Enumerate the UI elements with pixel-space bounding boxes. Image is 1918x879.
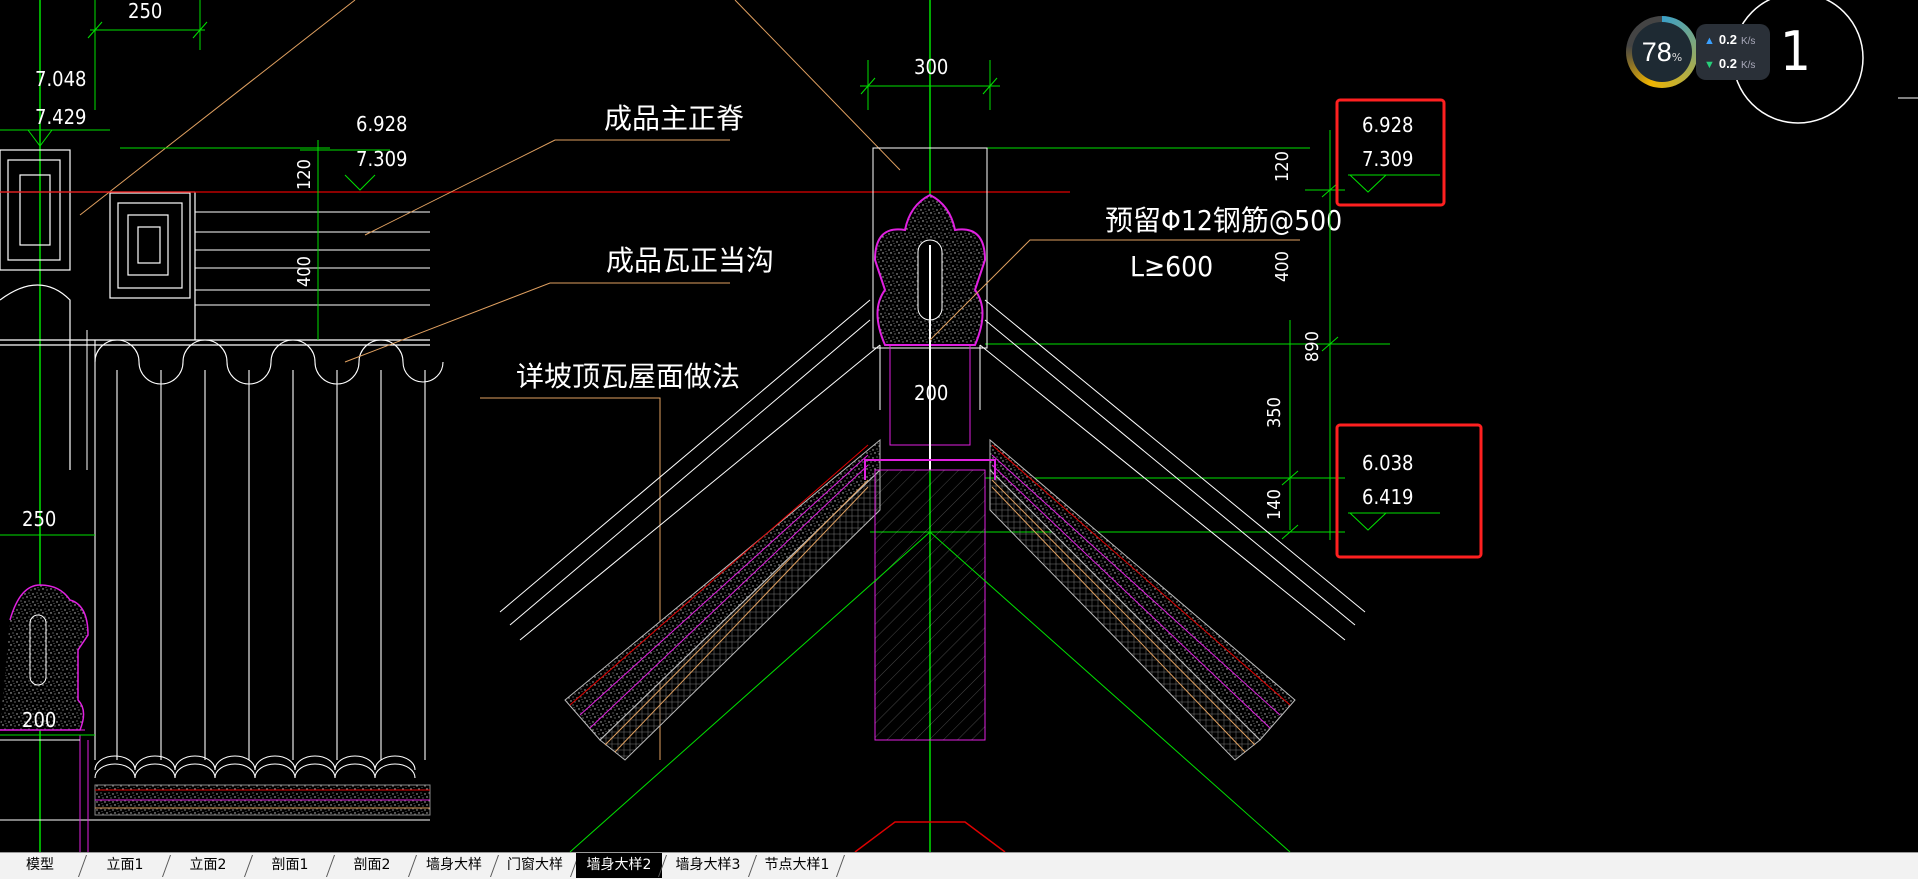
tab-wall-detail-2[interactable]: 墙身大样2 xyxy=(576,853,662,878)
right-dim-400: 400 xyxy=(1272,251,1293,282)
right-dim-890: 890 xyxy=(1302,331,1323,362)
left-elev-b: 7.429 xyxy=(35,105,87,129)
section-number: 1 xyxy=(1780,20,1811,83)
gauge-percent-unit: % xyxy=(1671,50,1683,64)
left-elev-d: 7.309 xyxy=(356,147,408,171)
upload-unit: K/s xyxy=(1740,36,1756,47)
right-elev-lower-1: 6.038 xyxy=(1362,451,1414,475)
network-monitor-widget[interactable]: 78% ▲ 0.2 K/s ▼ 0.2 K/s xyxy=(1626,16,1774,88)
layout-tab-bar: 模型 立面1 立面2 剖面1 剖面2 墙身大样 门窗大样 墙身大样2 墙身大样3… xyxy=(0,852,1918,879)
rate-panel: ▲ 0.2 K/s ▼ 0.2 K/s xyxy=(1696,24,1770,80)
left-dim-200: 200 xyxy=(22,708,56,732)
download-rate: ▼ 0.2 K/s xyxy=(1704,56,1755,71)
label-tile-ridge: 成品瓦正当沟 xyxy=(606,244,774,277)
tab-section-1[interactable]: 剖面1 xyxy=(250,853,330,878)
right-elev-lower-2: 6.419 xyxy=(1362,485,1414,509)
memory-gauge: 78% xyxy=(1626,16,1698,88)
right-elev-upper-2: 7.309 xyxy=(1362,147,1414,171)
cad-drawing-canvas[interactable]: 250 7.048 7.429 6.928 7.309 250 200 120 … xyxy=(0,0,1918,852)
left-dim-120: 120 xyxy=(294,159,315,190)
left-elev-c: 6.928 xyxy=(356,112,408,136)
upload-arrow-icon: ▲ xyxy=(1704,35,1715,47)
tab-model[interactable]: 模型 xyxy=(2,853,78,878)
center-dim-200: 200 xyxy=(914,381,948,405)
left-dim-top: 250 xyxy=(128,0,162,23)
right-elev-upper-1: 6.928 xyxy=(1362,113,1414,137)
right-dim-120: 120 xyxy=(1272,151,1293,182)
left-elev-a: 7.048 xyxy=(35,67,87,91)
upload-rate: ▲ 0.2 K/s xyxy=(1704,32,1755,47)
right-dim-140: 140 xyxy=(1264,489,1285,520)
center-dim-300: 300 xyxy=(914,55,948,79)
label-rebar-line2: L≥600 xyxy=(1130,250,1213,283)
right-dim-350: 350 xyxy=(1264,397,1285,428)
tab-wall-detail[interactable]: 墙身大样 xyxy=(414,853,494,878)
left-dim-250: 250 xyxy=(22,507,56,531)
upload-value: 0.2 xyxy=(1718,32,1737,47)
download-unit: K/s xyxy=(1740,60,1756,71)
gauge-percent: 78 xyxy=(1641,36,1672,67)
tab-wall-detail-3[interactable]: 墙身大样3 xyxy=(664,853,752,878)
tab-elevation-1[interactable]: 立面1 xyxy=(84,853,166,878)
label-rebar-line1: 预留Φ12钢筋@500 xyxy=(1105,204,1342,237)
download-value: 0.2 xyxy=(1718,56,1737,71)
tab-door-window-detail[interactable]: 门窗大样 xyxy=(496,853,574,878)
label-roof-ref: 详坡顶瓦屋面做法 xyxy=(516,360,740,393)
label-main-ridge: 成品主正脊 xyxy=(604,102,744,135)
download-arrow-icon: ▼ xyxy=(1704,59,1715,71)
cad-drawing[interactable]: 250 7.048 7.429 6.928 7.309 250 200 120 … xyxy=(0,0,1918,852)
tab-section-2[interactable]: 剖面2 xyxy=(332,853,412,878)
left-dim-400: 400 xyxy=(294,256,315,287)
tab-node-detail-1[interactable]: 节点大样1 xyxy=(754,853,840,878)
tab-elevation-2[interactable]: 立面2 xyxy=(168,853,248,878)
